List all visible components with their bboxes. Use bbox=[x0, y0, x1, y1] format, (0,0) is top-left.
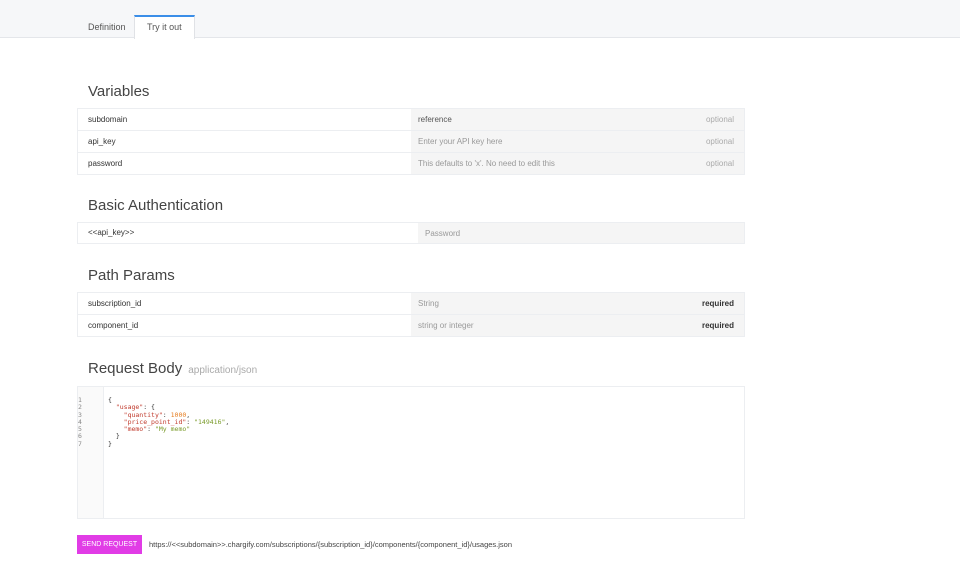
path-params-table: subscription_id required component_id re… bbox=[77, 292, 745, 337]
path-param-row-component-id: component_id required bbox=[77, 315, 745, 337]
param-name: subscription_id bbox=[88, 299, 142, 308]
basic-auth-row: <<api_key>> bbox=[77, 222, 745, 244]
code-content[interactable]: { "usage": { "quantity": 1000, "price_po… bbox=[108, 396, 229, 448]
code-token: "memo" bbox=[123, 425, 148, 434]
variable-row-api-key: api_key optional bbox=[77, 131, 745, 153]
line-number-gutter: 1 2 3 4 5 6 7 bbox=[78, 387, 104, 518]
basic-auth-title: Basic Authentication bbox=[88, 197, 224, 214]
variables-title: Variables bbox=[88, 83, 150, 100]
path-param-row-subscription-id: subscription_id required bbox=[77, 293, 745, 315]
code-token: "My memo" bbox=[154, 425, 191, 434]
subdomain-input[interactable] bbox=[411, 109, 744, 130]
code-token: } bbox=[108, 439, 112, 448]
variable-name: api_key bbox=[88, 137, 116, 146]
send-request-button[interactable]: SEND REQUEST bbox=[77, 535, 142, 554]
subscription-id-input[interactable] bbox=[411, 293, 744, 314]
auth-username: <<api_key>> bbox=[88, 228, 135, 237]
password-variable-input[interactable] bbox=[411, 153, 744, 174]
api-key-input[interactable] bbox=[411, 131, 744, 152]
variable-row-subdomain: subdomain optional bbox=[77, 109, 745, 131]
auth-password-input[interactable] bbox=[418, 223, 744, 244]
content-type-label: application/json bbox=[188, 365, 258, 376]
code-token: "149416" bbox=[194, 417, 226, 426]
tab-definition[interactable]: Definition bbox=[76, 15, 138, 39]
path-params-title: Path Params bbox=[88, 267, 175, 284]
variable-row-password: password optional bbox=[77, 153, 745, 175]
tab-bar: Definition Try it out bbox=[0, 0, 960, 39]
variables-table: subdomain optional api_key optional pass… bbox=[77, 108, 745, 175]
code-token: { bbox=[108, 396, 112, 404]
variable-name: password bbox=[88, 159, 123, 168]
request-body-title: Request Body application/json bbox=[88, 360, 257, 377]
variable-name: subdomain bbox=[88, 115, 128, 124]
component-id-input[interactable] bbox=[411, 315, 744, 336]
request-body-label: Request Body bbox=[88, 360, 183, 377]
line-number: 7 bbox=[78, 439, 82, 448]
code-editor[interactable]: 1 2 3 4 5 6 7 { "usage": { "quantity": 1… bbox=[77, 386, 745, 519]
request-url: https://<<subdomain>>.chargify.com/subsc… bbox=[149, 540, 512, 549]
tab-try-it-out[interactable]: Try it out bbox=[134, 15, 195, 39]
param-name: component_id bbox=[88, 321, 139, 330]
code-token: } bbox=[115, 432, 120, 441]
